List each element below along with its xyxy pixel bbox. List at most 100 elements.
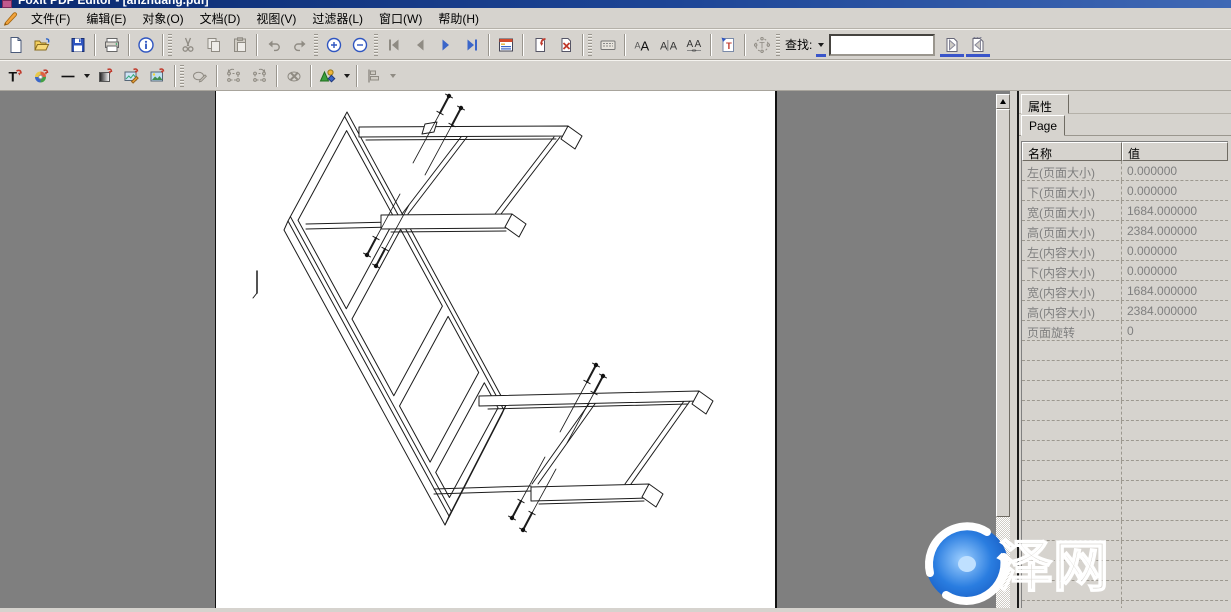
table-row-empty [1022,521,1228,541]
prop-value[interactable]: 2384.000000 [1122,301,1228,320]
redo-button [287,33,313,57]
scrollbar-track[interactable] [996,517,1010,608]
table-row: 下(页面大小)0.000000 [1022,181,1228,201]
add-color-button[interactable] [29,64,55,88]
undo-button [261,33,287,57]
workspace: 属性 Page 名称 值 左(页面大小)0.000000 下(页面大小)0.00… [0,91,1231,608]
prop-value[interactable]: 2384.000000 [1122,221,1228,240]
line-style-button[interactable] [55,64,81,88]
text-circle-button: T [749,33,775,57]
prop-value [1122,481,1228,500]
document-menu-icon[interactable] [2,10,20,26]
separator [162,34,164,56]
find-prev-underline [940,54,964,57]
zoom-out-button[interactable] [347,33,373,57]
font-spacing-button[interactable]: AA [681,33,707,57]
toolbar-gripper[interactable] [776,34,780,56]
table-row-empty [1022,481,1228,501]
find-dropdown[interactable] [815,33,827,57]
print-icon [103,36,121,54]
prop-value[interactable]: 0.000000 [1122,161,1228,180]
prop-value[interactable]: 1684.000000 [1122,201,1228,220]
print-button[interactable] [99,33,125,57]
find-label: 查找: [785,36,812,53]
menu-help[interactable]: 帮助(H) [430,8,487,29]
delete-page-button[interactable] [553,33,579,57]
vertical-scrollbar[interactable] [996,94,1010,608]
menu-edit[interactable]: 编辑(E) [78,8,134,29]
font-replace-button[interactable]: AA [629,33,655,57]
properties-table: 名称 值 左(页面大小)0.000000 下(页面大小)0.000000 宽(页… [1021,141,1228,608]
toolbar-gripper[interactable] [374,34,378,56]
prop-value[interactable]: 1684.000000 [1122,281,1228,300]
scroll-up-button[interactable] [996,94,1010,109]
toolbar-gripper[interactable] [180,65,184,87]
toolbar-gripper[interactable] [588,34,592,56]
prop-name: 左(页面大小) [1022,161,1122,180]
prop-value[interactable]: 0.000000 [1122,241,1228,260]
toolbar-gripper[interactable] [168,34,172,56]
table-row-empty [1022,601,1228,608]
page-layout-button[interactable] [493,33,519,57]
font-style-button[interactable]: AA [655,33,681,57]
prop-value[interactable]: 0.000000 [1122,181,1228,200]
next-page-button[interactable] [433,33,459,57]
toolbar-gripper[interactable] [314,34,318,56]
document-page[interactable] [215,91,777,608]
add-text-button[interactable]: T [3,64,29,88]
find-next-button[interactable] [965,33,991,57]
toolbar-file: AA AA AA T T 查找: [0,29,1231,60]
prop-value [1122,441,1228,460]
table-row: 高(内容大小)2384.000000 [1022,301,1228,321]
menu-file[interactable]: 文件(F) [23,8,78,29]
tab-page[interactable]: Page [1021,115,1065,136]
prop-name [1022,381,1122,400]
add-shape-dropdown[interactable] [341,64,353,88]
svg-text:A: A [660,40,668,52]
edit-image-button[interactable] [119,64,145,88]
paste-button [227,33,253,57]
find-prev-icon [943,36,961,54]
first-page-icon [385,36,403,54]
menu-document[interactable]: 文档(D) [192,8,249,29]
last-page-button[interactable] [459,33,485,57]
window-title: Foxit PDF Editor - [anzhuang.pdf] [18,0,209,7]
line-icon [59,67,77,85]
separator [216,65,218,87]
prop-name: 下(页面大小) [1022,181,1122,200]
menu-window[interactable]: 窗口(W) [371,8,430,29]
save-button[interactable] [65,33,91,57]
add-gradient-button[interactable] [93,64,119,88]
insert-text-button[interactable]: T [715,33,741,57]
delete-object-button [281,64,307,88]
virtual-keyboard-button[interactable] [595,33,621,57]
line-style-dropdown[interactable] [81,64,93,88]
prev-page-button [407,33,433,57]
document-info-button[interactable] [133,33,159,57]
add-color-icon [33,67,51,85]
menu-filter[interactable]: 过滤器(L) [304,8,371,29]
table-row-empty [1022,361,1228,381]
find-prev-button[interactable] [939,33,965,57]
add-shape-button[interactable] [315,64,341,88]
insert-text-icon: T [719,36,737,54]
zoom-in-button[interactable] [321,33,347,57]
separator [94,34,96,56]
table-row-empty [1022,341,1228,361]
insert-page-button[interactable] [527,33,553,57]
menu-view[interactable]: 视图(V) [248,8,304,29]
undo-icon [265,36,283,54]
prop-value[interactable]: 0.000000 [1122,261,1228,280]
zoom-in-icon [325,36,343,54]
new-button[interactable] [3,33,29,57]
add-image-button[interactable] [145,64,171,88]
prop-value[interactable]: 0 [1122,321,1228,340]
menu-object[interactable]: 对象(O) [134,8,191,29]
delete-page-icon [557,36,575,54]
prop-value [1122,541,1228,560]
find-input[interactable] [829,34,935,56]
table-row-empty [1022,441,1228,461]
copy-icon [205,36,223,54]
scrollbar-thumb[interactable] [996,109,1010,517]
open-button[interactable] [29,33,55,57]
